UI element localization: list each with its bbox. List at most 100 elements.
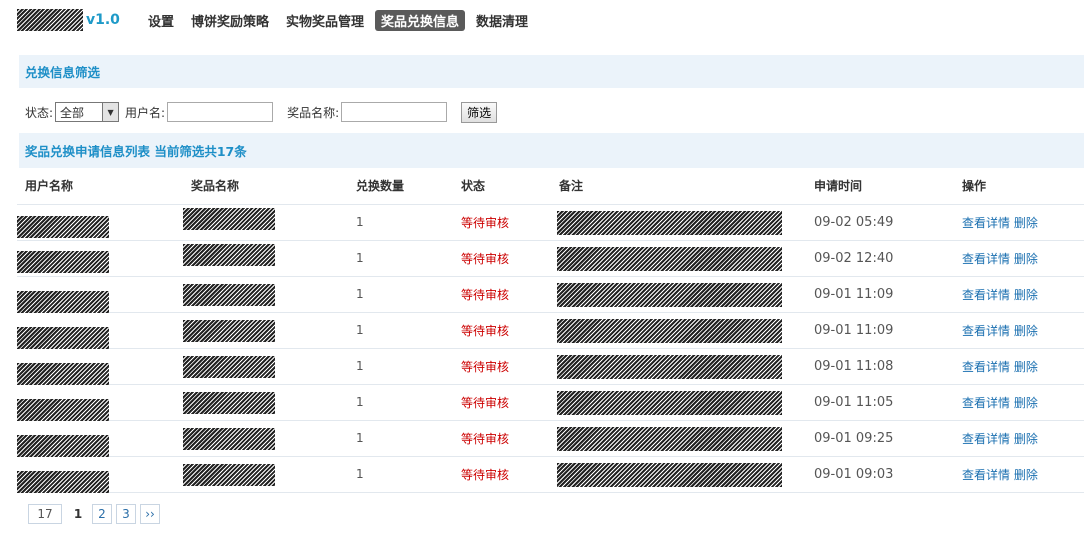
cell-quantity: 1 [348,384,453,421]
cell-quantity: 1 [348,420,453,457]
redacted-prize-name [183,391,275,414]
filter-form: 状态: 全部 ▼ 用户名: 奖品名称: 筛选 [25,101,498,123]
table-row: 1 等待审核 09-01 09:25 查看详情 删除 [17,420,1084,457]
view-details-link[interactable]: 查看详情 [962,216,1010,230]
cell-status: 等待审核 [453,384,551,421]
cell-quantity: 1 [348,204,453,241]
nav-item-exchange-info[interactable]: 奖品兑换信息 [374,9,465,31]
cell-remark [551,420,806,457]
cell-prize-name [183,276,348,313]
cell-actions: 查看详情 删除 [954,456,1084,493]
pagination-page-3[interactable]: 3 [116,504,136,524]
redacted-remark [557,390,782,415]
cell-username [17,348,183,385]
pagination-page-2[interactable]: 2 [92,504,112,524]
view-details-link[interactable]: 查看详情 [962,288,1010,302]
status-select-value: 全部 [60,105,85,120]
cell-remark [551,276,806,313]
redacted-username [17,290,109,313]
cell-prize-name [183,384,348,421]
redacted-username [17,250,109,273]
cell-quantity: 1 [348,348,453,385]
view-details-link[interactable]: 查看详情 [962,432,1010,446]
table-row: 1 等待审核 09-02 05:49 查看详情 删除 [17,204,1084,241]
view-details-link[interactable]: 查看详情 [962,360,1010,374]
username-label: 用户名: [125,105,166,120]
redacted-username [17,215,109,238]
cell-status: 等待审核 [453,456,551,493]
delete-link[interactable]: 删除 [1014,288,1038,302]
redacted-remark [557,426,782,451]
pagination-next-button[interactable]: ›› [140,504,160,524]
cell-actions: 查看详情 删除 [954,384,1084,421]
cell-actions: 查看详情 删除 [954,240,1084,277]
cell-quantity: 1 [348,456,453,493]
cell-username [17,312,183,349]
delete-link[interactable]: 删除 [1014,324,1038,338]
cell-prize-name [183,420,348,457]
nav-item-settings[interactable]: 设置 [142,10,180,31]
cell-username [17,420,183,457]
username-input[interactable] [167,102,274,122]
cell-username [17,204,183,241]
top-navigation: v1.0 设置 博饼奖励策略 实物奖品管理 奖品兑换信息 数据清理 [17,8,539,32]
delete-link[interactable]: 删除 [1014,216,1038,230]
view-details-link[interactable]: 查看详情 [962,468,1010,482]
cell-remark [551,240,806,277]
cell-status: 等待审核 [453,276,551,313]
dropdown-arrow-icon: ▼ [102,103,119,121]
cell-prize-name [183,240,348,277]
cell-actions: 查看详情 删除 [954,348,1084,385]
delete-link[interactable]: 删除 [1014,396,1038,410]
delete-link[interactable]: 删除 [1014,252,1038,266]
cell-actions: 查看详情 删除 [954,204,1084,241]
cell-actions: 查看详情 删除 [954,420,1084,457]
filter-section-title: 兑换信息筛选 [19,55,1084,88]
list-section-title: 奖品兑换申请信息列表 当前筛选共17条 [19,133,1084,168]
header-quantity: 兑换数量 [348,168,453,205]
cell-apply-time: 09-02 05:49 [806,204,954,241]
cell-apply-time: 09-01 09:25 [806,420,954,457]
redacted-prize-name [183,463,275,486]
redacted-username [17,326,109,349]
table-header-row: 用户名称 奖品名称 兑换数量 状态 备注 申请时间 操作 [17,168,1084,205]
cell-apply-time: 09-01 11:08 [806,348,954,385]
delete-link[interactable]: 删除 [1014,432,1038,446]
cell-apply-time: 09-02 12:40 [806,240,954,277]
cell-apply-time: 09-01 11:09 [806,276,954,313]
redacted-logo [17,9,83,31]
cell-quantity: 1 [348,276,453,313]
cell-remark [551,312,806,349]
nav-item-reward-strategy[interactable]: 博饼奖励策略 [185,10,275,31]
cell-prize-name [183,456,348,493]
nav-item-data-cleanup[interactable]: 数据清理 [470,10,534,31]
cell-prize-name [183,312,348,349]
prize-name-input[interactable] [341,102,448,122]
view-details-link[interactable]: 查看详情 [962,324,1010,338]
delete-link[interactable]: 删除 [1014,360,1038,374]
redacted-remark [557,462,782,487]
redacted-prize-name [183,355,275,378]
cell-username [17,456,183,493]
cell-status: 等待审核 [453,240,551,277]
redacted-username [17,434,109,457]
redacted-prize-name [183,207,275,230]
view-details-link[interactable]: 查看详情 [962,396,1010,410]
redacted-remark [557,354,782,379]
filter-button[interactable]: 筛选 [461,101,498,123]
cell-apply-time: 09-01 11:05 [806,384,954,421]
cell-quantity: 1 [348,312,453,349]
redacted-remark [557,246,782,271]
nav-item-prize-management[interactable]: 实物奖品管理 [280,10,370,31]
header-prize-name: 奖品名称 [183,168,348,205]
cell-prize-name [183,204,348,241]
delete-link[interactable]: 删除 [1014,468,1038,482]
status-select[interactable]: 全部 ▼ [55,102,120,122]
cell-prize-name [183,348,348,385]
cell-status: 等待审核 [453,204,551,241]
cell-remark [551,384,806,421]
cell-remark [551,456,806,493]
view-details-link[interactable]: 查看详情 [962,252,1010,266]
cell-remark [551,204,806,241]
redacted-prize-name [183,427,275,450]
